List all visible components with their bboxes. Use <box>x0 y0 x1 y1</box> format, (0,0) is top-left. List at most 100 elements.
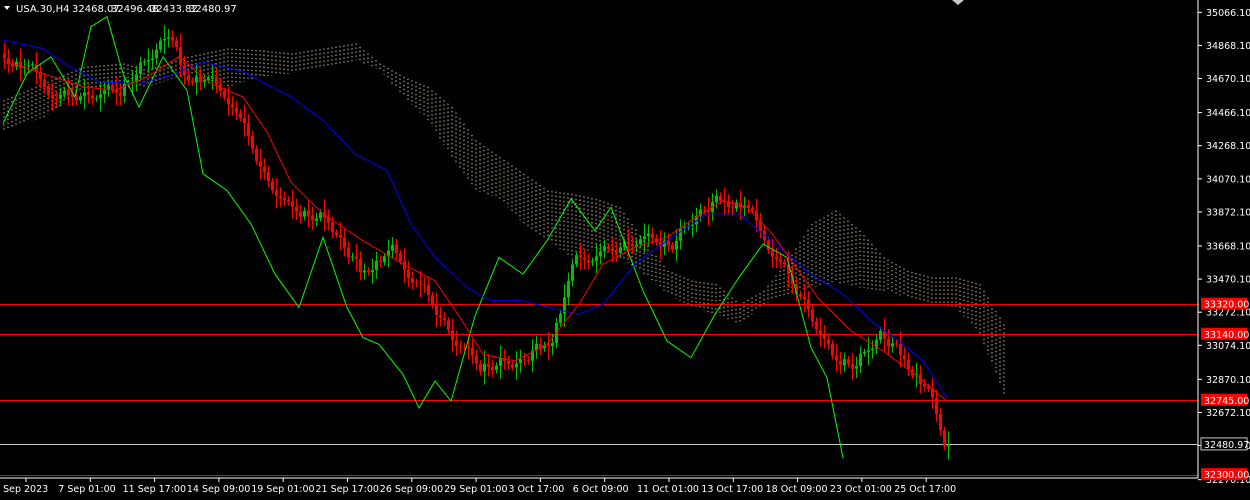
candle-body <box>311 215 314 221</box>
level-label-text: 32745.00 <box>1204 396 1249 407</box>
candle-body <box>823 334 826 340</box>
candle-body <box>831 343 834 356</box>
time-tick-label: 3 Oct 17:00 <box>508 484 564 495</box>
candle-body <box>643 236 646 240</box>
candle-body <box>523 359 526 361</box>
candle-body <box>231 104 234 108</box>
candle-body <box>103 90 106 95</box>
candle-body <box>811 309 814 322</box>
candle-body <box>223 90 226 98</box>
candle-body <box>671 245 674 250</box>
candle-body <box>247 123 250 137</box>
candle-body <box>715 195 718 203</box>
candle-body <box>59 94 62 99</box>
level-label-text: 33140.00 <box>1204 330 1249 341</box>
time-tick-label: 29 Sep 01:00 <box>444 484 507 495</box>
candle-body <box>427 285 430 296</box>
candle-body <box>943 430 946 447</box>
candle-body <box>527 359 530 361</box>
candle-body <box>459 346 462 348</box>
candle-body <box>455 340 458 347</box>
price-chart[interactable]: 35066.10 34868.10 34670.10 34466.10 34268.10… <box>0 0 1250 500</box>
candle-body <box>799 294 802 297</box>
price-tick-label: 35066.10 <box>1206 8 1250 19</box>
price-tick-label: 32870.10 <box>1206 375 1250 386</box>
time-tick-label: 4 Sep 2023 <box>0 484 48 495</box>
candle-body <box>147 60 150 62</box>
price-tick-label: 33470.10 <box>1206 275 1250 286</box>
candle-body <box>355 256 358 259</box>
candle-body <box>627 242 630 245</box>
candle-body <box>151 58 154 61</box>
candle-body <box>11 64 14 67</box>
candle-body <box>175 40 178 48</box>
price-tick-label: 33872.10 <box>1206 207 1250 218</box>
candle-body <box>63 90 66 95</box>
candle-body <box>47 87 50 95</box>
candle-body <box>635 244 638 247</box>
candle-body <box>75 97 78 101</box>
candle-body <box>239 112 242 119</box>
candle-body <box>191 80 194 83</box>
candle-body <box>771 250 774 257</box>
candle-body <box>187 75 190 81</box>
candle-body <box>87 92 90 96</box>
candle-body <box>803 296 806 300</box>
candle-body <box>551 343 554 347</box>
candle-body <box>583 257 586 261</box>
candle-body <box>363 270 366 273</box>
candle-body <box>675 240 678 250</box>
candle-body <box>547 345 550 347</box>
time-tick-label: 26 Sep 09:00 <box>380 484 443 495</box>
candle-body <box>859 353 862 367</box>
candle-body <box>855 366 858 369</box>
candle-body <box>287 199 290 202</box>
candle-body <box>331 222 334 233</box>
candle-body <box>887 338 890 347</box>
candle-body <box>299 211 302 217</box>
candle-body <box>423 284 426 286</box>
candle-body <box>847 359 850 364</box>
candle-body <box>91 95 94 99</box>
candle-body <box>367 270 370 273</box>
price-tick-label: 34070.10 <box>1206 174 1250 185</box>
time-tick-label: 25 Oct 17:00 <box>894 484 956 495</box>
candle-body <box>407 269 410 278</box>
time-tick-label: 19 Sep 01:00 <box>251 484 314 495</box>
candle-body <box>347 247 350 258</box>
time-tick-label: 11 Oct 01:00 <box>637 484 699 495</box>
candle-body <box>227 97 230 105</box>
candle-body <box>467 347 470 349</box>
time-tick-label: 23 Oct 01:00 <box>830 484 892 495</box>
candle-body <box>867 350 870 352</box>
candle-body <box>615 250 618 253</box>
candle-body <box>235 107 238 113</box>
candle-body <box>375 260 378 271</box>
candle-body <box>471 347 474 356</box>
price-tick-label: 34670.10 <box>1206 74 1250 85</box>
candle-body <box>703 209 706 211</box>
candle-body <box>767 240 770 251</box>
candle-body <box>667 240 670 246</box>
candle-body <box>207 78 210 81</box>
candle-body <box>155 49 158 59</box>
candle-body <box>271 181 274 191</box>
candle-body <box>587 260 590 263</box>
candle-body <box>67 90 70 94</box>
level-label-text: 32300.00 <box>1204 470 1249 481</box>
candle-body <box>315 218 318 221</box>
candle-body <box>843 359 846 366</box>
candle-body <box>159 40 162 50</box>
candle-body <box>339 234 342 238</box>
candle-body <box>903 355 906 360</box>
candle-body <box>267 171 270 182</box>
candle-body <box>371 270 374 273</box>
candle-body <box>639 239 642 245</box>
candle-body <box>343 237 346 248</box>
candle-body <box>119 92 122 96</box>
candle-body <box>451 330 454 341</box>
candle-body <box>27 65 30 67</box>
candle-body <box>139 62 142 75</box>
chart-header: USA.30,H4 32468.07 32496.48 32433.82 324… <box>4 4 237 15</box>
candle-body <box>939 413 942 431</box>
